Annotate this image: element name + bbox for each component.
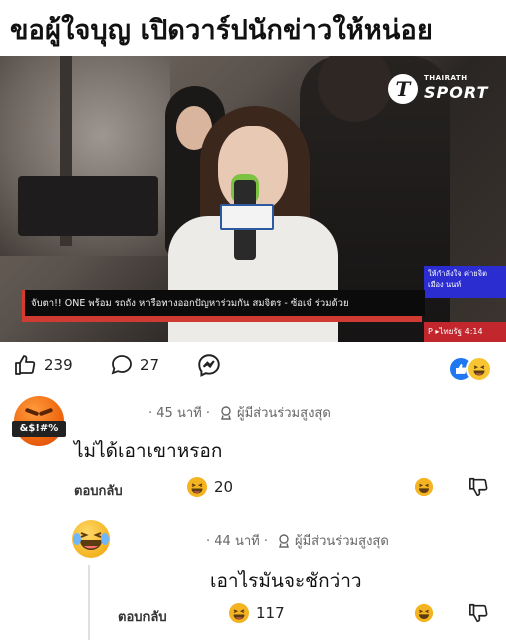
post-title: ขอผู้ใจบุญ เปิดวาร์ปนักข่าวให้หน่อย <box>10 15 433 46</box>
laugh-count-2: 117 <box>256 604 285 622</box>
laugh-count-1: 20 <box>214 478 234 496</box>
laughing-emoji-icon <box>229 603 249 623</box>
reaction-summary[interactable] <box>448 356 494 382</box>
news-video-frame[interactable]: T THAIRATH SPORT ให้กำลังใจ ค่ายจิตเมือง… <box>0 56 506 342</box>
comment-text-1: ไม่ได้เอาเขาหรอก <box>74 440 223 462</box>
top-fan-badge-icon <box>279 533 289 548</box>
broadcaster-logo: T THAIRATH SPORT <box>388 72 500 108</box>
news-ticker: จับตา!! ONE พร้อม รถถัง หารือทางออกปัญหา… <box>22 290 425 316</box>
ticker-bar <box>22 316 422 322</box>
comment-reactions-1[interactable]: 20 <box>186 476 233 498</box>
comment-time: · 45 นาที · <box>148 406 210 421</box>
laughing-reaction-button-icon[interactable] <box>414 603 434 623</box>
messenger-icon <box>198 354 220 377</box>
laughing-emoji-icon <box>187 477 207 497</box>
avatar-brow-right <box>38 407 54 417</box>
top-fan-badge-icon <box>221 405 231 420</box>
post-reactions-bar: 239 27 <box>0 342 506 388</box>
like-icon <box>15 355 36 375</box>
background-shelf <box>18 176 158 236</box>
comment-meta-1: · 45 นาที · ผู้มีส่วนร่วมสูงสุด <box>148 402 331 423</box>
comment-count: 27 <box>140 356 160 374</box>
comment-text-2: เอาไรมันจะชักว่าว <box>210 570 362 592</box>
comment-meta-2: · 44 นาที · ผู้มีส่วนร่วมสูงสุด <box>206 530 389 551</box>
reply-button-1[interactable]: ตอบกลับ <box>74 480 123 501</box>
like-button[interactable]: 239 <box>14 354 73 376</box>
top-fan-badge: ผู้มีส่วนร่วมสูงสุด <box>294 534 389 549</box>
reply-button-2[interactable]: ตอบกลับ <box>118 606 167 627</box>
comment-time: · 44 นาที · <box>206 534 268 549</box>
thread-line <box>88 565 90 640</box>
dislike-icon[interactable] <box>468 602 490 624</box>
ticker-text: จับตา!! ONE พร้อม รถถัง หารือทางออกปัญหา… <box>31 298 349 309</box>
microphone-flag <box>220 204 274 230</box>
dislike-icon[interactable] <box>468 476 490 498</box>
angry-swearing-emoji-icon[interactable]: &$!#% <box>12 396 66 446</box>
side-caption: ให้กำลังใจ ค่ายจิตเมือง นนท์ <box>424 266 506 298</box>
messenger-share-button[interactable] <box>196 354 222 377</box>
laughing-reaction-button-icon[interactable] <box>414 477 434 497</box>
comment-reactions-2[interactable]: 117 <box>228 602 285 624</box>
tears-of-joy-emoji-icon[interactable] <box>72 520 110 558</box>
avatar-brow-left <box>24 407 40 417</box>
top-fan-badge: ผู้มีส่วนร่วมสูงสุด <box>236 406 331 421</box>
comment-icon <box>111 355 132 375</box>
laughing-emoji-icon <box>466 356 492 382</box>
logo-mark: T <box>388 74 418 104</box>
post-header: ขอผู้ใจบุญ เปิดวาร์ปนักข่าวให้หน่อย <box>0 0 506 56</box>
swear-bar: &$!#% <box>12 421 66 437</box>
logo-name: SPORT <box>424 83 489 102</box>
like-count: 239 <box>44 356 73 374</box>
channel-tag: P ▸ไทยรัฐ 4:14 <box>424 322 506 342</box>
comment-button[interactable]: 27 <box>110 354 159 376</box>
logo-brand: THAIRATH <box>424 74 468 82</box>
